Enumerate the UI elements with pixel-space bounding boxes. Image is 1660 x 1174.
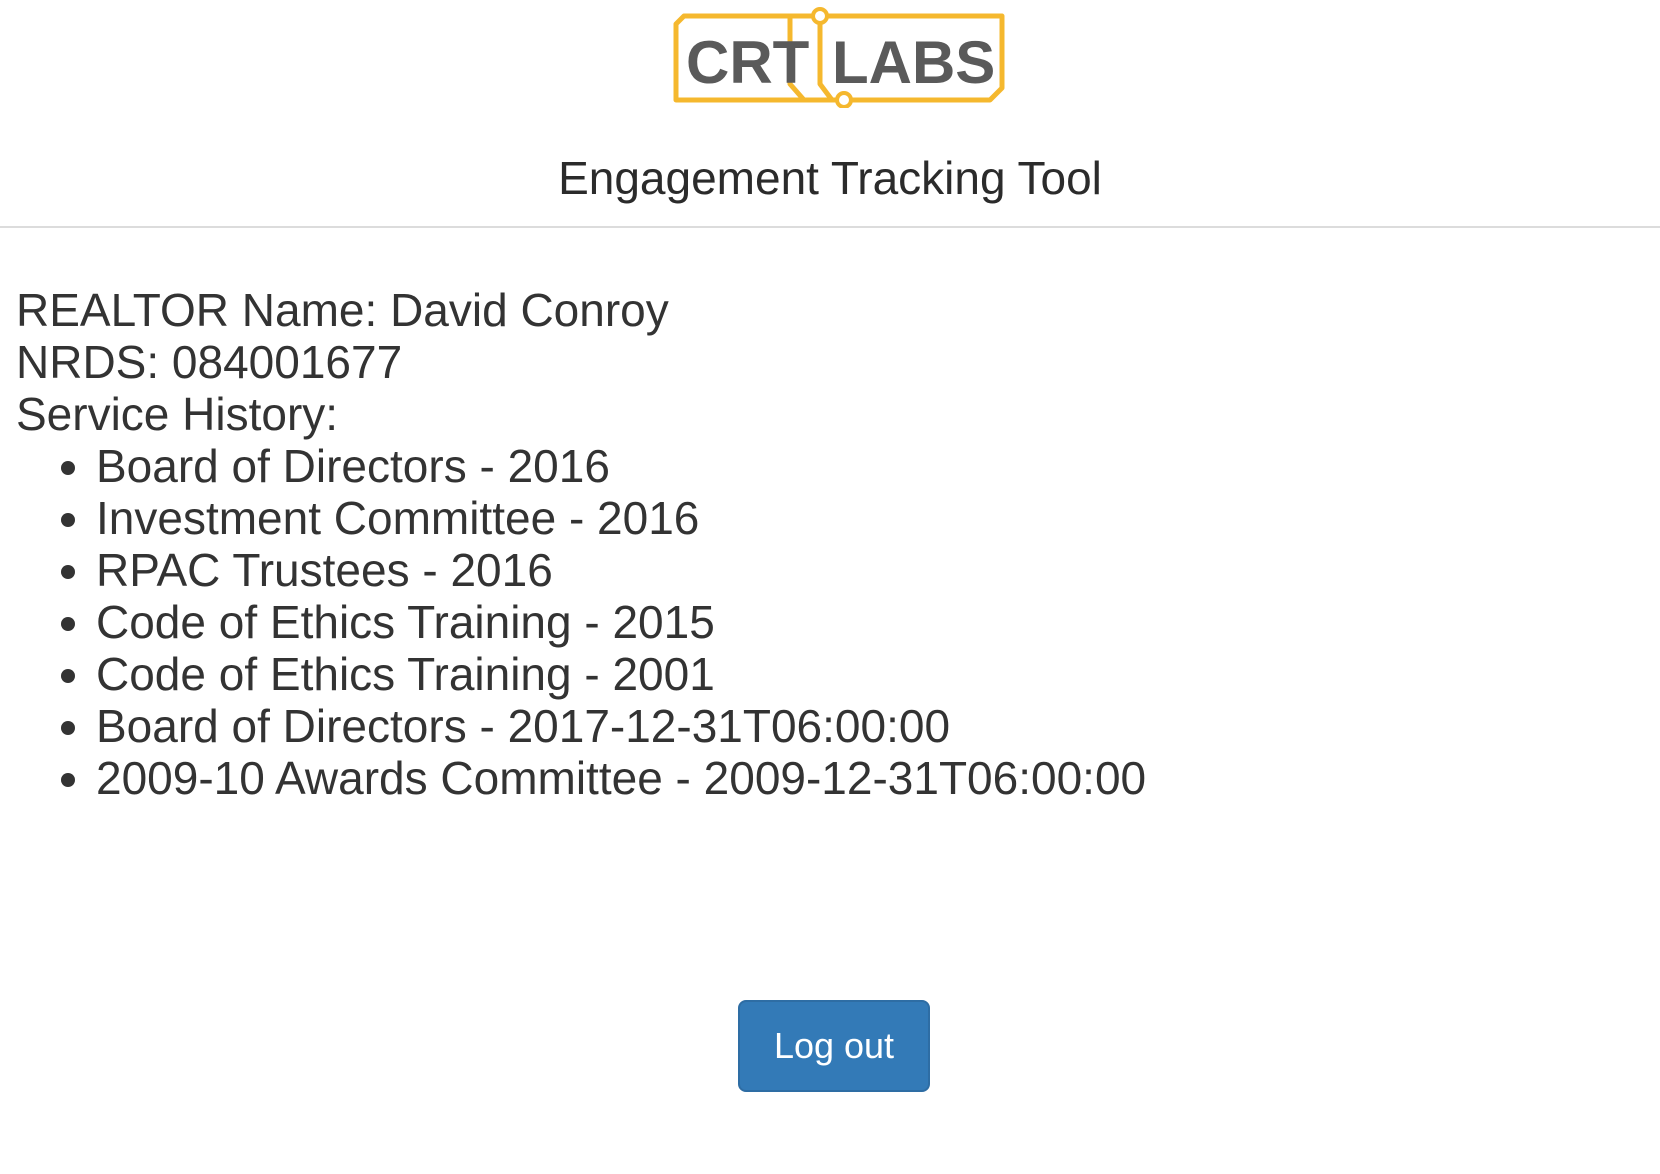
page-title: Engagement Tracking Tool xyxy=(558,152,1102,204)
crt-labs-logo-graphic: CRT LABS xyxy=(673,7,1005,109)
logout-button[interactable]: Log out xyxy=(738,1000,930,1092)
service-history-item: Board of Directors - 2016 xyxy=(96,440,1146,492)
realtor-name: REALTOR Name: David Conroy xyxy=(16,284,669,336)
service-history-item: Investment Committee - 2016 xyxy=(96,492,1146,544)
logo-text-crt: CRT xyxy=(686,29,809,96)
service-history-item: RPAC Trustees - 2016 xyxy=(96,544,1146,596)
header-divider xyxy=(0,226,1660,228)
service-history-item: Code of Ethics Training - 2015 xyxy=(96,596,1146,648)
service-history-item: Code of Ethics Training - 2001 xyxy=(96,648,1146,700)
logo-text-labs: LABS xyxy=(832,29,995,96)
crt-labs-logo: CRT LABS xyxy=(672,4,1012,109)
nrds-number: NRDS: 084001677 xyxy=(16,336,403,388)
realtor-profile: REALTOR Name: David Conroy NRDS: 0840016… xyxy=(16,284,1146,804)
service-history-item: 2009-10 Awards Committee - 2009-12-31T06… xyxy=(96,752,1146,804)
service-history-item: Board of Directors - 2017-12-31T06:00:00 xyxy=(96,700,1146,752)
service-history-list: Board of Directors - 2016 Investment Com… xyxy=(16,440,1146,804)
service-history-label: Service History: xyxy=(16,388,339,440)
